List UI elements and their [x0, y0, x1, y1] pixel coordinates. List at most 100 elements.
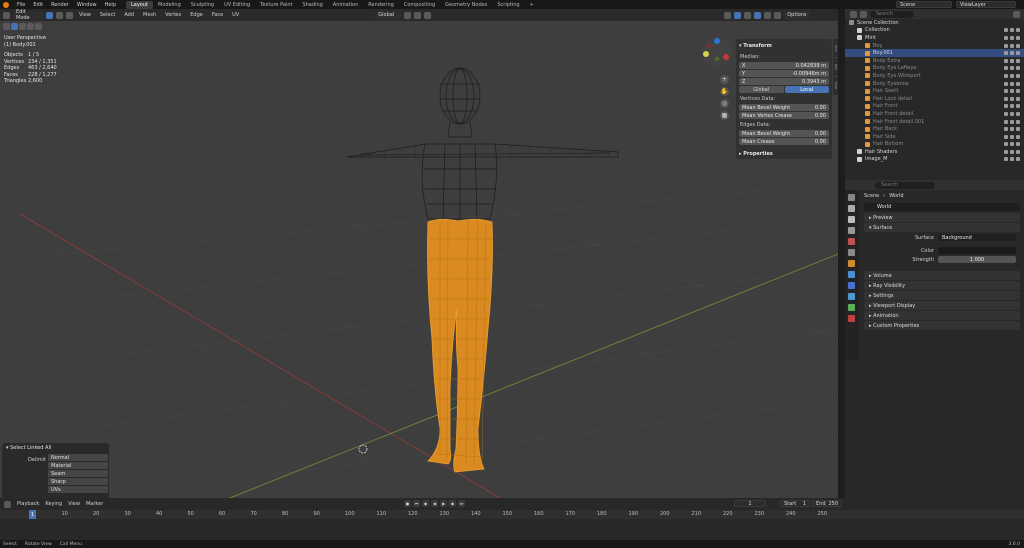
- world-datablock-field[interactable]: World: [864, 203, 1020, 211]
- menu-marker[interactable]: Marker: [86, 501, 103, 507]
- xray-icon[interactable]: [734, 11, 742, 19]
- pan-hand-icon[interactable]: ✋: [720, 87, 729, 96]
- outliner-row[interactable]: Collection: [845, 27, 1024, 35]
- collapsed-panel[interactable]: ▸ Viewport Display: [864, 301, 1020, 310]
- camera-icon[interactable]: [1016, 111, 1020, 116]
- color-swatch[interactable]: [938, 247, 1016, 254]
- eye-icon[interactable]: [1010, 66, 1014, 71]
- camera-icon[interactable]: [1016, 104, 1020, 109]
- visibility-toggles[interactable]: [1004, 35, 1020, 40]
- 3d-cursor-icon[interactable]: [358, 444, 368, 454]
- median-x-field[interactable]: X 0.042839 m: [739, 62, 829, 69]
- eye-icon[interactable]: [1010, 119, 1014, 124]
- camera-icon[interactable]: [1016, 51, 1020, 56]
- output-tab-icon[interactable]: [848, 216, 855, 223]
- eye-icon[interactable]: [1010, 127, 1014, 132]
- tab-uv-editing[interactable]: UV Editing: [219, 1, 255, 9]
- object-tab-icon[interactable]: [848, 260, 855, 267]
- shading-rendered-icon[interactable]: [774, 11, 782, 19]
- outliner-row[interactable]: Hair Front detail: [845, 110, 1024, 118]
- eye-icon[interactable]: [1010, 35, 1014, 40]
- menu-add[interactable]: Add: [121, 12, 137, 18]
- prev-key-icon[interactable]: ◆: [422, 500, 429, 507]
- render-tab-icon[interactable]: [848, 205, 855, 212]
- modifier-tab-icon[interactable]: [848, 271, 855, 278]
- outliner-row[interactable]: Hair Front detail.001: [845, 118, 1024, 126]
- outliner-search-input[interactable]: Search: [870, 10, 914, 18]
- menu-render[interactable]: Render: [47, 2, 73, 8]
- checkbox-icon[interactable]: [1004, 35, 1008, 40]
- outliner-row[interactable]: Hair Back: [845, 125, 1024, 133]
- playhead[interactable]: 1: [29, 510, 36, 519]
- jump-end-icon[interactable]: ⏭: [458, 500, 465, 507]
- visibility-toggles[interactable]: [1004, 111, 1020, 116]
- visibility-toggles[interactable]: [1004, 66, 1020, 71]
- checkbox-icon[interactable]: [1004, 111, 1008, 116]
- jump-start-icon[interactable]: ⏮: [413, 500, 420, 507]
- outliner-row[interactable]: Mint: [845, 34, 1024, 42]
- visibility-toggles[interactable]: [1004, 119, 1020, 124]
- filter-icon[interactable]: [1013, 10, 1020, 18]
- snap-icon[interactable]: [414, 11, 422, 19]
- collapsed-panel[interactable]: ▸ Settings: [864, 291, 1020, 300]
- menu-edit[interactable]: Edit: [29, 2, 47, 8]
- select-mode-subtract-icon[interactable]: [35, 23, 42, 30]
- overlay-icon[interactable]: [724, 11, 732, 19]
- checkbox-icon[interactable]: [1004, 149, 1008, 154]
- blender-logo-icon[interactable]: [3, 1, 9, 8]
- end-frame-field[interactable]: End 250: [812, 500, 842, 507]
- display-mode-icon[interactable]: [860, 10, 867, 18]
- visibility-toggles[interactable]: [1004, 104, 1020, 109]
- menu-view[interactable]: View: [76, 12, 94, 18]
- particles-tab-icon[interactable]: [848, 282, 855, 289]
- collapsed-panel[interactable]: ▸ Custom Properties: [864, 321, 1020, 330]
- proportional-edit-icon[interactable]: [424, 11, 432, 19]
- visibility-toggles[interactable]: [1004, 134, 1020, 139]
- menu-timeline-view[interactable]: View: [68, 501, 80, 507]
- mean-vertex-crease-field[interactable]: Mean Vertex Crease 0.00: [739, 112, 829, 119]
- visibility-toggles[interactable]: [1004, 149, 1020, 154]
- 3d-viewport[interactable]: Edit Mode View Select Add Mesh Vertex Ed…: [0, 9, 838, 498]
- global-toggle[interactable]: Global: [739, 86, 784, 93]
- transform-header[interactable]: ▾ Transform: [739, 41, 829, 52]
- outliner-row[interactable]: Body Extra: [845, 57, 1024, 65]
- visibility-toggles[interactable]: [1004, 89, 1020, 94]
- checkbox-icon[interactable]: [1004, 43, 1008, 48]
- orientation-selector[interactable]: Global: [375, 11, 402, 19]
- visibility-toggles[interactable]: [1004, 51, 1020, 56]
- visibility-toggles[interactable]: [1004, 157, 1020, 162]
- checkbox-icon[interactable]: [1004, 104, 1008, 109]
- menu-select[interactable]: Select: [97, 12, 118, 18]
- outliner-row[interactable]: Image_M: [845, 156, 1024, 164]
- outliner-row[interactable]: Body Eyebrow: [845, 80, 1024, 88]
- camera-icon[interactable]: [1016, 96, 1020, 101]
- menu-window[interactable]: Window: [73, 2, 101, 8]
- tab-compositing[interactable]: Compositing: [399, 1, 440, 9]
- eye-icon[interactable]: [1010, 134, 1014, 139]
- mean-bevel-weight-edge-field[interactable]: Mean Bevel Weight 0.00: [739, 130, 829, 137]
- outliner-row[interactable]: Boy: [845, 42, 1024, 50]
- outliner-row[interactable]: Body Eye Winkport: [845, 72, 1024, 80]
- menu-edge[interactable]: Edge: [187, 12, 206, 18]
- add-workspace-icon[interactable]: +: [525, 1, 539, 9]
- eye-icon[interactable]: [1010, 28, 1014, 33]
- outliner-row[interactable]: Hair Side: [845, 133, 1024, 141]
- visibility-toggles[interactable]: [1004, 142, 1020, 147]
- camera-icon[interactable]: [1016, 142, 1020, 147]
- checkbox-icon[interactable]: [1004, 51, 1008, 56]
- visibility-toggles[interactable]: [1004, 58, 1020, 63]
- outliner-row[interactable]: Hair Swell: [845, 87, 1024, 95]
- checkbox-icon[interactable]: [1004, 58, 1008, 63]
- tab-tool[interactable]: Tool: [833, 58, 838, 76]
- eye-icon[interactable]: [1010, 58, 1014, 63]
- tab-modeling[interactable]: Modeling: [153, 1, 186, 9]
- view-layer-tab-icon[interactable]: [848, 227, 855, 234]
- outliner-row[interactable]: Boy.001: [845, 49, 1024, 57]
- current-frame-field[interactable]: 1: [734, 500, 766, 507]
- face-select-icon[interactable]: [66, 11, 73, 19]
- shading-wireframe-icon[interactable]: [744, 11, 752, 19]
- mode-selector[interactable]: Edit Mode: [13, 9, 43, 21]
- visibility-toggles[interactable]: [1004, 43, 1020, 48]
- outliner-row[interactable]: Hair Bottom: [845, 141, 1024, 149]
- next-key-icon[interactable]: ◆: [449, 500, 456, 507]
